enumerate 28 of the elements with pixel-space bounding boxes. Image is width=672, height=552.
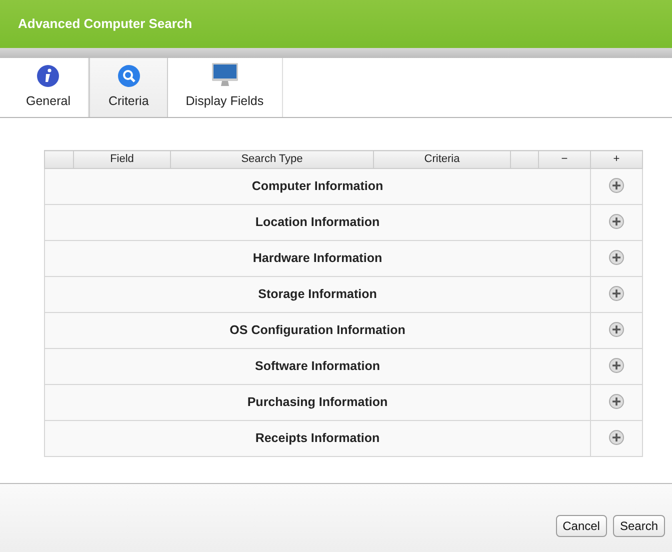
add-icon[interactable] (609, 214, 624, 230)
dialog-button[interactable]: Search (612, 514, 665, 536)
group-heading: Hardware Information (44, 240, 590, 276)
group-heading: Computer Information (44, 168, 590, 204)
column-header: Search Type (170, 150, 374, 168)
add-icon[interactable] (609, 430, 624, 446)
window-title: Advanced Computer Search (18, 15, 192, 34)
search-icon (116, 64, 141, 88)
add-icon[interactable] (609, 178, 624, 194)
add-icon[interactable] (609, 358, 624, 374)
group-heading: OS Configuration Information (44, 312, 590, 348)
column-header: + (590, 150, 642, 168)
dialog-button[interactable]: Cancel (556, 514, 607, 536)
add-icon[interactable] (609, 250, 624, 266)
column-header: Criteria (374, 150, 510, 168)
tab[interactable]: Criteria (89, 58, 168, 117)
add-icon[interactable] (609, 394, 624, 410)
group-heading: Purchasing Information (44, 384, 590, 420)
add-icon[interactable] (609, 286, 624, 302)
group-heading: Storage Information (44, 276, 590, 312)
add-icon[interactable] (609, 322, 624, 338)
info-icon (36, 64, 60, 88)
group-heading: Receipts Information (44, 420, 590, 456)
group-heading: Location Information (44, 204, 590, 240)
column-header: − (538, 150, 590, 168)
group-heading: Software Information (44, 348, 590, 384)
monitor-icon (210, 62, 239, 88)
column-header: Field (74, 150, 170, 168)
